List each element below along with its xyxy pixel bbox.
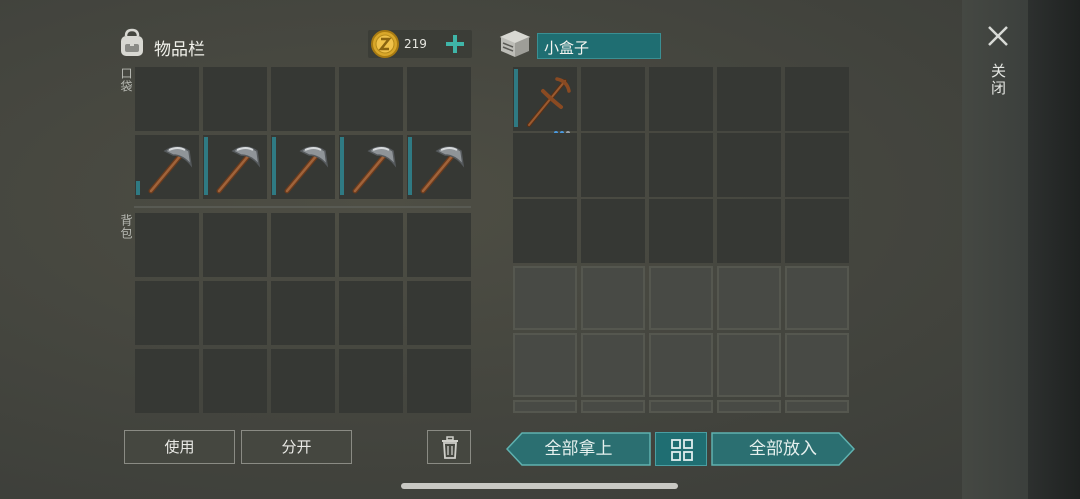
locked-slot <box>513 333 577 397</box>
pocket-slot[interactable] <box>203 67 267 131</box>
pickaxe-icon <box>284 146 329 194</box>
pocket-slot-pickaxe[interactable] <box>407 135 471 199</box>
container-slot[interactable] <box>785 199 849 263</box>
coin-icon <box>371 30 399 58</box>
locked-slot <box>785 400 849 413</box>
locked-slot <box>513 266 577 330</box>
backpack-icon <box>121 28 143 56</box>
container-slot[interactable] <box>649 67 713 131</box>
container-slot[interactable] <box>785 67 849 131</box>
backpack-slot[interactable] <box>203 213 267 277</box>
close-icon[interactable] <box>986 24 1010 48</box>
split-button[interactable]: 分开 <box>241 430 352 464</box>
container-slot[interactable] <box>581 199 645 263</box>
container-slot[interactable] <box>717 133 781 197</box>
locked-slot <box>649 333 713 397</box>
locked-slot <box>785 266 849 330</box>
pocket-slot[interactable] <box>271 67 335 131</box>
pocket-label: 口袋 <box>119 67 133 93</box>
coin-count: 219 <box>404 37 427 51</box>
durability-bar <box>340 137 344 195</box>
container-slot[interactable] <box>513 199 577 263</box>
container-slot[interactable] <box>513 133 577 197</box>
pocket-slot-pickaxe[interactable] <box>135 135 199 199</box>
plus-icon[interactable] <box>443 32 467 56</box>
container-slot[interactable] <box>649 199 713 263</box>
container-slot[interactable] <box>649 133 713 197</box>
right-edge-shadow <box>1028 0 1080 499</box>
backpack-label: 背包 <box>119 214 133 240</box>
pocket-slot[interactable] <box>407 67 471 131</box>
durability-bar <box>272 137 276 195</box>
close-label[interactable]: 关闭 <box>988 63 1009 97</box>
backpack-slot[interactable] <box>339 349 403 413</box>
locked-slot <box>717 400 781 413</box>
locked-slot <box>581 266 645 330</box>
pocket-slot-pickaxe[interactable] <box>271 135 335 199</box>
container-slot[interactable] <box>717 67 781 131</box>
backpack-slot[interactable] <box>203 281 267 345</box>
locked-slot <box>581 333 645 397</box>
durability-bar <box>204 137 208 195</box>
inventory-title: 物品栏 <box>154 40 205 60</box>
backpack-slot[interactable] <box>339 213 403 277</box>
container-slot[interactable] <box>785 133 849 197</box>
locked-slot <box>581 400 645 413</box>
trash-button[interactable] <box>427 430 471 464</box>
backpack-slot[interactable] <box>203 349 267 413</box>
backpack-slot[interactable] <box>135 281 199 345</box>
grid-icon <box>671 439 693 461</box>
durability-bar <box>408 137 412 195</box>
pickaxe-icon <box>216 146 261 194</box>
backpack-slot[interactable] <box>407 281 471 345</box>
locked-slot <box>649 400 713 413</box>
backpack-slot[interactable] <box>407 349 471 413</box>
backpack-slot[interactable] <box>339 281 403 345</box>
locked-slot <box>649 266 713 330</box>
backpack-slot[interactable] <box>271 281 335 345</box>
trash-icon <box>442 436 458 459</box>
box-icon <box>499 30 531 57</box>
put-all-button[interactable]: 全部放入 <box>711 432 855 466</box>
backpack-slot[interactable] <box>271 349 335 413</box>
backpack-slot[interactable] <box>271 213 335 277</box>
pickaxe-icon <box>148 146 193 194</box>
put-all-label: 全部放入 <box>749 439 817 459</box>
container-name-field[interactable]: 小盒子 <box>537 33 661 59</box>
pickaxe-icon <box>352 146 397 194</box>
container-slot[interactable] <box>581 133 645 197</box>
pocket-slot-pickaxe[interactable] <box>203 135 267 199</box>
durability-bar <box>514 69 518 127</box>
backpack-slot[interactable] <box>135 213 199 277</box>
pocket-slot-pickaxe[interactable] <box>339 135 403 199</box>
sort-grid-button[interactable] <box>655 432 707 466</box>
pocket-slot[interactable] <box>339 67 403 131</box>
locked-slot <box>785 333 849 397</box>
backpack-slot[interactable] <box>135 349 199 413</box>
pickaxe-icon <box>420 146 465 194</box>
container-slot[interactable] <box>717 199 781 263</box>
container-slot-pickaxe[interactable] <box>513 67 577 135</box>
take-all-label: 全部拿上 <box>544 439 613 459</box>
section-divider <box>134 206 471 208</box>
pickaxe-icon <box>527 77 571 127</box>
locked-slot <box>513 400 577 413</box>
container-slot[interactable] <box>581 67 645 131</box>
locked-slot <box>717 266 781 330</box>
take-all-button[interactable]: 全部拿上 <box>506 432 651 466</box>
backpack-slot[interactable] <box>407 213 471 277</box>
pocket-slot[interactable] <box>135 67 199 131</box>
durability-bar <box>136 181 140 195</box>
use-button[interactable]: 使用 <box>124 430 235 464</box>
locked-slot <box>717 333 781 397</box>
home-indicator[interactable] <box>401 483 678 489</box>
